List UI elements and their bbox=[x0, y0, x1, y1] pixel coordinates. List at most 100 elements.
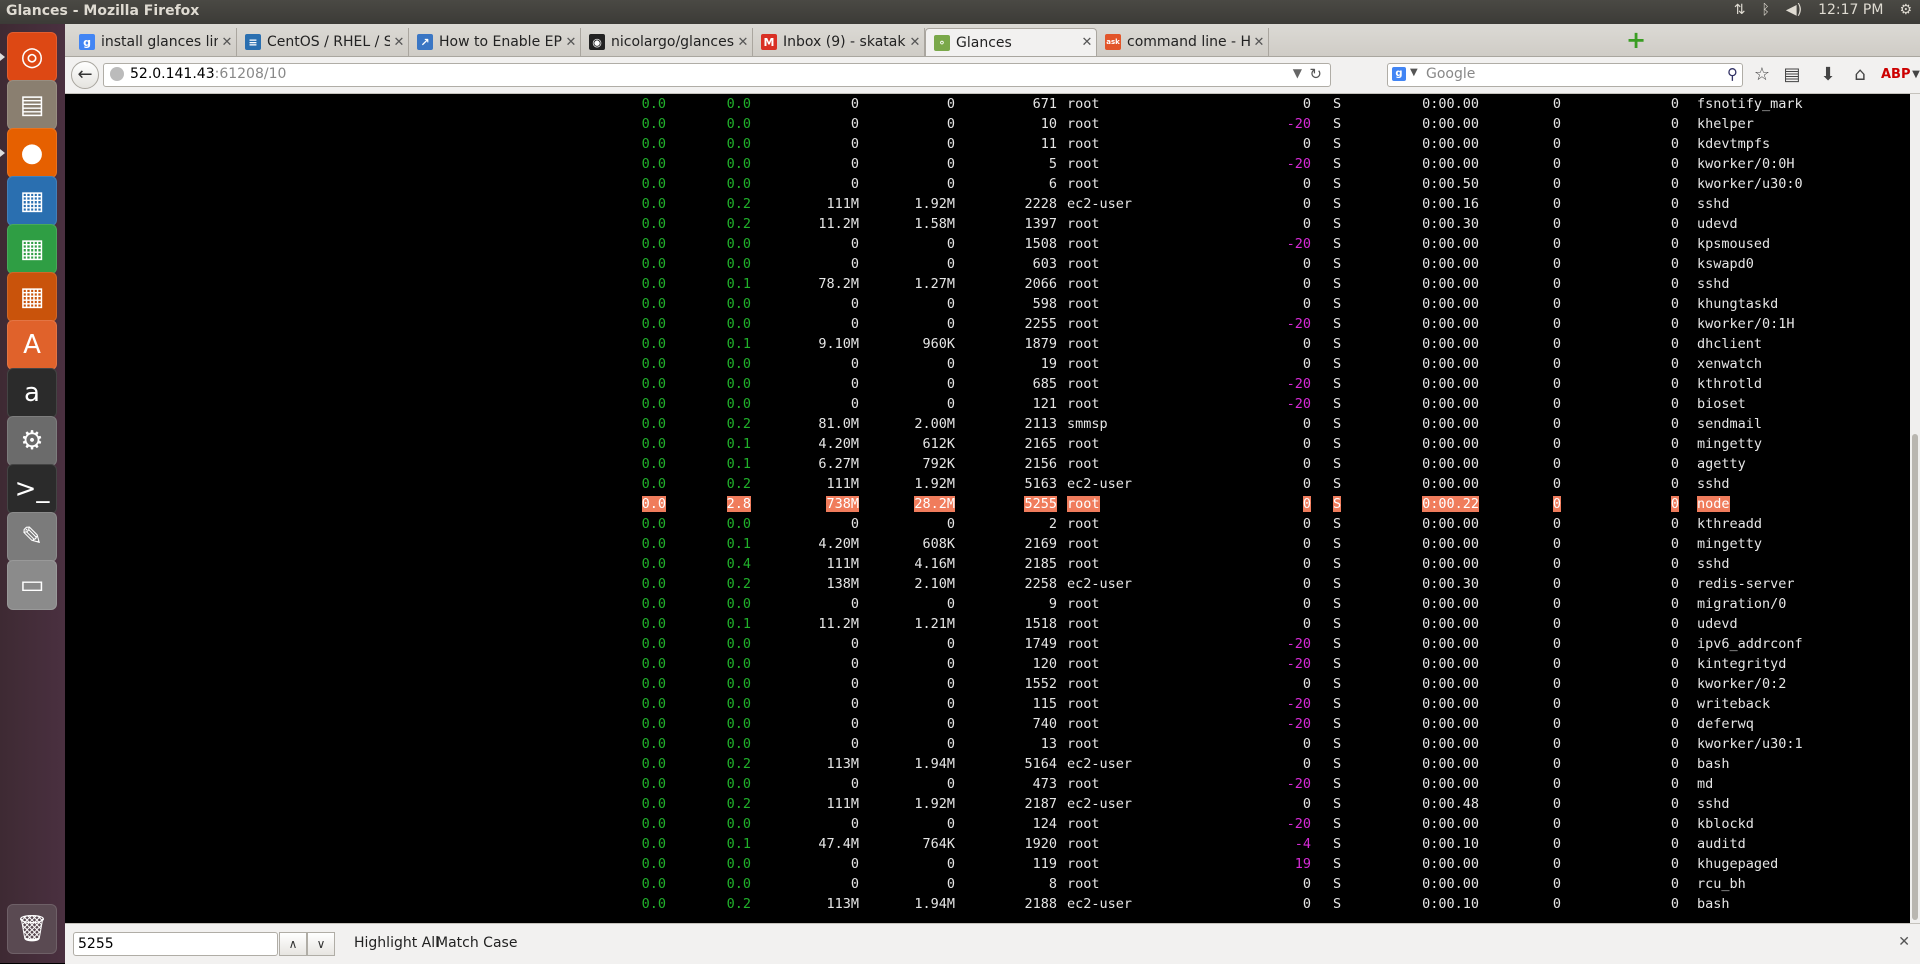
reload-icon[interactable]: ↻ bbox=[1309, 65, 1322, 83]
process-cmd: writeback bbox=[1697, 696, 1897, 712]
scrollbar-thumb[interactable] bbox=[1912, 434, 1918, 920]
trash-icon[interactable]: 🗑 bbox=[7, 904, 57, 954]
terminal-icon[interactable]: >_ bbox=[7, 464, 57, 514]
process-ior-value: 0 bbox=[1552, 736, 1561, 752]
tab-close-icon[interactable]: ✕ bbox=[906, 35, 924, 50]
tab-close-icon[interactable]: ✕ bbox=[734, 35, 752, 50]
tab-close-icon[interactable]: ✕ bbox=[1250, 35, 1268, 50]
tab-1[interactable]: g install glances linux ...✕ bbox=[71, 28, 237, 56]
process-ni-value: 19 bbox=[1294, 856, 1311, 872]
process-user-value: root bbox=[1067, 136, 1100, 152]
unity-launcher: ◎ ▤ ● ▦ ▦ ▦ Aa ⚙ >_ ✎ ▭ 🗑 bbox=[0, 24, 66, 963]
process-mem-value: 0.0 bbox=[726, 136, 751, 152]
tab-close-icon[interactable]: ✕ bbox=[1078, 35, 1096, 50]
search-engine-dropdown-icon[interactable]: ▼ bbox=[1410, 67, 1418, 78]
process-ni-value: -20 bbox=[1286, 816, 1311, 832]
search-bar[interactable]: g ▼ Google ⚲ bbox=[1387, 63, 1743, 87]
process-pid: 10 bbox=[985, 116, 1057, 132]
find-previous-button[interactable]: ∧ bbox=[279, 932, 307, 956]
process-user-value: root bbox=[1067, 836, 1100, 852]
files-icon[interactable]: ▤ bbox=[7, 80, 57, 130]
bookmarks-menu-icon[interactable]: ▤ bbox=[1781, 64, 1803, 86]
process-cmd-value: redis-server bbox=[1697, 576, 1795, 592]
settings-gear-icon[interactable]: ⚙ bbox=[1899, 2, 1912, 18]
process-cpu: 0.0 bbox=[630, 236, 666, 252]
url-bar[interactable]: 52.0.141.43:61208/10 ▼ ↻ bbox=[103, 63, 1331, 87]
process-ior-value: 0 bbox=[1552, 576, 1561, 592]
highlight-all-button[interactable]: Highlight All bbox=[354, 935, 439, 951]
impress-icon[interactable]: ▦ bbox=[7, 272, 57, 322]
tab-close-icon[interactable]: ✕ bbox=[218, 35, 236, 50]
process-res: 0 bbox=[895, 396, 955, 412]
new-tab-icon[interactable]: + bbox=[1625, 28, 1647, 52]
process-mem-value: 0.0 bbox=[726, 376, 751, 392]
match-case-button[interactable]: Match Case bbox=[436, 935, 517, 951]
software-center-icon[interactable]: A bbox=[7, 320, 57, 370]
process-cpu: 0.0 bbox=[630, 136, 666, 152]
find-input[interactable] bbox=[73, 932, 278, 956]
process-mem-value: 0.1 bbox=[726, 536, 751, 552]
bluetooth-icon[interactable]: ᛒ bbox=[1761, 2, 1769, 18]
process-ni: 0 bbox=[1245, 896, 1311, 912]
save-disk-icon[interactable]: ▭ bbox=[7, 560, 57, 610]
tab-2[interactable]: ≡ CentOS / RHEL / Scie...✕ bbox=[237, 28, 409, 56]
text-editor-icon[interactable]: ✎ bbox=[7, 512, 57, 562]
process-iow-value: 0 bbox=[1670, 636, 1679, 652]
volume-icon[interactable]: ◀) bbox=[1786, 2, 1802, 18]
process-cpu: 0.0 bbox=[630, 496, 666, 512]
writer-icon[interactable]: ▦ bbox=[7, 176, 57, 226]
process-cmd-value: bash bbox=[1697, 756, 1730, 772]
adblock-icon[interactable]: ABP bbox=[1881, 64, 1911, 86]
tab-7[interactable]: ask command line - How...✕ bbox=[1097, 28, 1269, 56]
amazon-icon[interactable]: a bbox=[7, 368, 57, 418]
find-next-button[interactable]: ∨ bbox=[307, 932, 335, 956]
adblock-dropdown-icon[interactable]: ▼ bbox=[1905, 64, 1920, 86]
home-icon[interactable]: ⌂ bbox=[1849, 64, 1871, 86]
process-ni-value: 0 bbox=[1302, 256, 1311, 272]
search-go-icon[interactable]: ⚲ bbox=[1727, 65, 1738, 83]
process-virt-value: 0 bbox=[850, 816, 859, 832]
tab-6[interactable]: ∘ Glances ✕ bbox=[925, 28, 1097, 56]
process-res-value: 960K bbox=[922, 336, 955, 352]
process-time: 0:00.00 bbox=[1361, 116, 1479, 132]
downloads-icon[interactable]: ⬇ bbox=[1817, 64, 1839, 86]
process-res: 0 bbox=[895, 656, 955, 672]
tab-close-icon[interactable]: ✕ bbox=[390, 35, 408, 50]
calc-icon[interactable]: ▦ bbox=[7, 224, 57, 274]
google-engine-icon[interactable]: g bbox=[1392, 67, 1406, 81]
tab-4[interactable]: ◉ nicolargo/glances · ...✕ bbox=[581, 28, 753, 56]
panel-clock[interactable]: 12:17 PM bbox=[1818, 2, 1883, 18]
process-time-value: 0:00.00 bbox=[1422, 816, 1479, 832]
process-cmd-value: udevd bbox=[1697, 216, 1738, 232]
tab-3[interactable]: ↗ How to Enable EPEL ...✕ bbox=[409, 28, 581, 56]
process-ior-value: 0 bbox=[1552, 256, 1561, 272]
process-cpu: 0.0 bbox=[630, 256, 666, 272]
process-iow: 0 bbox=[1625, 416, 1679, 432]
process-cpu-value: 0.0 bbox=[641, 416, 666, 432]
network-icon[interactable]: ⇅ bbox=[1734, 2, 1746, 18]
close-find-bar-icon[interactable]: ✕ bbox=[1898, 934, 1910, 950]
tab-close-icon[interactable]: ✕ bbox=[562, 35, 580, 50]
process-pid: 2165 bbox=[985, 436, 1057, 452]
tab-5[interactable]: M Inbox (9) - skataka@...✕ bbox=[753, 28, 925, 56]
process-cpu: 0.0 bbox=[630, 596, 666, 612]
process-row: 0.0 0.1 78.2M 1.27M 2066 root 0 S 0:00.00 0 0 sshd bbox=[65, 274, 1910, 294]
process-ior-value: 0 bbox=[1552, 756, 1561, 772]
process-time: 0:00.30 bbox=[1361, 216, 1479, 232]
process-cpu-value: 0.0 bbox=[641, 396, 666, 412]
process-mem-value: 0.0 bbox=[726, 816, 751, 832]
firefox-icon[interactable]: ● bbox=[7, 128, 57, 178]
page-scrollbar[interactable] bbox=[1910, 94, 1920, 923]
process-pid: 6 bbox=[985, 176, 1057, 192]
process-res-value: 1.92M bbox=[914, 796, 955, 812]
ubuntu-dash-icon[interactable]: ◎ bbox=[7, 32, 57, 82]
process-row: 0.0 0.0 0 0 740 root -20 S 0:00.00 0 0 deferwq bbox=[65, 714, 1910, 734]
back-button[interactable]: ← bbox=[71, 61, 99, 89]
process-cmd: mingetty bbox=[1697, 436, 1897, 452]
process-user-value: root bbox=[1067, 336, 1100, 352]
bookmark-star-icon[interactable]: ☆ bbox=[1751, 64, 1773, 86]
system-settings-icon[interactable]: ⚙ bbox=[7, 416, 57, 466]
url-dropdown-icon[interactable]: ▼ bbox=[1293, 66, 1302, 80]
site-identity-icon[interactable] bbox=[110, 67, 124, 81]
process-iow-value: 0 bbox=[1670, 456, 1679, 472]
